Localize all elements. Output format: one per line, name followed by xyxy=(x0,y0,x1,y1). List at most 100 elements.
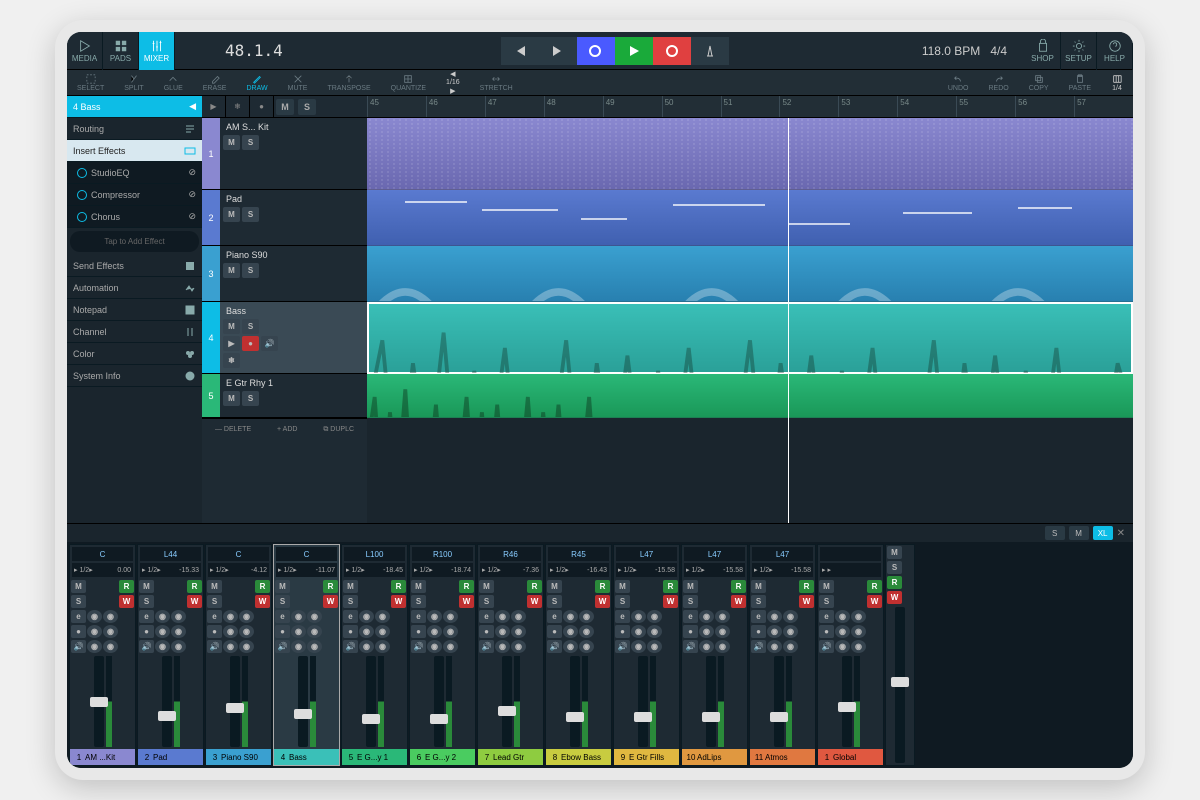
inspector-automation[interactable]: Automation xyxy=(67,277,202,299)
knob-icon[interactable]: ◉ xyxy=(103,610,118,623)
tempo-display[interactable]: 118.0 BPM4/4 xyxy=(922,44,1007,58)
tool-copy[interactable]: COPY xyxy=(1019,70,1059,96)
knob-icon[interactable]: ◉ xyxy=(715,640,730,653)
clip-area[interactable] xyxy=(367,118,1133,523)
monitor-button[interactable]: 🔊 xyxy=(547,640,562,653)
mixer-size-xl[interactable]: XL xyxy=(1093,526,1113,540)
pan-display[interactable]: R100 xyxy=(412,547,473,561)
track-rec-icon[interactable]: ● xyxy=(242,336,259,351)
mixer-button[interactable]: MIXER xyxy=(139,32,175,70)
solo-all[interactable]: S xyxy=(298,99,316,115)
tool-stretch[interactable]: STRETCH xyxy=(470,70,523,96)
channel-label[interactable]: 8 Ebow Bass xyxy=(546,749,611,765)
knob-icon[interactable]: ◉ xyxy=(767,640,782,653)
edit-button[interactable]: e xyxy=(479,610,494,623)
channel-label[interactable]: 5 E G...y 1 xyxy=(342,749,407,765)
send-display[interactable]: ▸ 1/2▸-4.12 xyxy=(208,563,269,577)
send-display[interactable]: ▸ 1/2▸-18.45 xyxy=(344,563,405,577)
monitor-button[interactable]: 🔊 xyxy=(343,640,358,653)
read-button[interactable]: R xyxy=(255,580,270,593)
pan-display[interactable]: C xyxy=(208,547,269,561)
snap-value[interactable]: 1/4 xyxy=(1101,70,1133,96)
fader[interactable] xyxy=(70,654,135,749)
play-button[interactable] xyxy=(615,37,653,65)
knob-icon[interactable]: ◉ xyxy=(223,610,238,623)
write-button[interactable]: W xyxy=(867,595,882,608)
knob-icon[interactable]: ◉ xyxy=(631,610,646,623)
fader[interactable] xyxy=(682,654,747,749)
mute-button[interactable]: M xyxy=(71,580,86,593)
knob-icon[interactable]: ◉ xyxy=(835,610,850,623)
channel-label[interactable]: 6 E G...y 2 xyxy=(410,749,475,765)
rewind-button[interactable] xyxy=(501,37,539,65)
edit-button[interactable]: e xyxy=(343,610,358,623)
pads-button[interactable]: PADS xyxy=(103,32,139,70)
knob-icon[interactable]: ◉ xyxy=(699,610,714,623)
write-button[interactable]: W xyxy=(731,595,746,608)
rec-button[interactable]: ● xyxy=(207,625,222,638)
mixer-channel-3[interactable]: C ▸ 1/2▸-4.12 M R S W e ◉ ◉ ● ◉ ◉ 🔊 ◉ ◉ xyxy=(205,544,272,766)
read-button[interactable]: R xyxy=(731,580,746,593)
mute-button[interactable]: M xyxy=(275,580,290,593)
mute-button[interactable]: M xyxy=(223,391,240,406)
pan-display[interactable]: L47 xyxy=(616,547,677,561)
track-freeze-icon[interactable]: ❄ xyxy=(223,353,240,368)
track-play-icon[interactable]: ▶ xyxy=(223,336,240,351)
monitor-button[interactable]: 🔊 xyxy=(819,640,834,653)
write-button[interactable]: W xyxy=(391,595,406,608)
read-button[interactable]: R xyxy=(187,580,202,593)
rec-button[interactable]: ● xyxy=(615,625,630,638)
channel-label[interactable]: 1 Global xyxy=(818,749,883,765)
monitor-button[interactable]: 🔊 xyxy=(207,640,222,653)
help-button[interactable]: HELP xyxy=(1097,32,1133,70)
channel-label[interactable]: 11 Atmos xyxy=(750,749,815,765)
send-display[interactable]: ▸ 1/2▸-7.36 xyxy=(480,563,541,577)
pan-display[interactable]: L44 xyxy=(140,547,201,561)
fader[interactable] xyxy=(138,654,203,749)
mixer-channel-5[interactable]: L100 ▸ 1/2▸-18.45 M R S W e ◉ ◉ ● ◉ ◉ 🔊 … xyxy=(341,544,408,766)
rec-button[interactable]: ● xyxy=(479,625,494,638)
knob-icon[interactable]: ◉ xyxy=(307,625,322,638)
solo-button[interactable]: S xyxy=(683,595,698,608)
mixer-channel-2[interactable]: L44 ▸ 1/2▸-15.33 M R S W e ◉ ◉ ● ◉ ◉ 🔊 ◉… xyxy=(137,544,204,766)
knob-icon[interactable]: ◉ xyxy=(443,640,458,653)
inspector-notepad[interactable]: Notepad xyxy=(67,299,202,321)
knob-icon[interactable]: ◉ xyxy=(647,640,662,653)
write-button[interactable]: W xyxy=(527,595,542,608)
add-effect-button[interactable]: Tap to Add Effect xyxy=(70,231,199,252)
send-display[interactable]: ▸ 1/2▸-15.33 xyxy=(140,563,201,577)
knob-icon[interactable]: ◉ xyxy=(715,610,730,623)
tool-split[interactable]: SPLIT xyxy=(114,70,153,96)
knob-icon[interactable]: ◉ xyxy=(495,640,510,653)
pan-display[interactable]: L100 xyxy=(344,547,405,561)
shop-button[interactable]: SHOP xyxy=(1025,32,1061,70)
mixer-channel-1[interactable]: ▸ ▸ M R S W e ◉ ◉ ● ◉ ◉ 🔊 ◉ ◉ xyxy=(817,544,884,766)
mute-button[interactable]: M xyxy=(207,580,222,593)
solo-button[interactable]: S xyxy=(411,595,426,608)
mixer-channel-6[interactable]: R100 ▸ 1/2▸-18.74 M R S W e ◉ ◉ ● ◉ ◉ 🔊 … xyxy=(409,544,476,766)
play-icon[interactable]: ▶ xyxy=(202,96,226,117)
mixer-channel-7[interactable]: R46 ▸ 1/2▸-7.36 M R S W e ◉ ◉ ● ◉ ◉ 🔊 ◉ … xyxy=(477,544,544,766)
tool-redo[interactable]: REDO xyxy=(978,70,1018,96)
delete-track[interactable]: — DELETE xyxy=(215,426,251,433)
bypass-icon[interactable]: ⊘ xyxy=(188,167,196,178)
edit-button[interactable]: e xyxy=(411,610,426,623)
send-display[interactable]: ▸ 1/2▸-15.58 xyxy=(684,563,745,577)
mute-button[interactable]: M xyxy=(343,580,358,593)
pan-display[interactable]: C xyxy=(276,547,337,561)
fader[interactable] xyxy=(750,654,815,749)
insert-fx-3[interactable]: Chorus⊘ xyxy=(67,206,202,228)
knob-icon[interactable]: ◉ xyxy=(87,640,102,653)
knob-icon[interactable]: ◉ xyxy=(783,640,798,653)
write-button[interactable]: W xyxy=(799,595,814,608)
solo-button[interactable]: S xyxy=(242,207,259,222)
knob-icon[interactable]: ◉ xyxy=(631,640,646,653)
knob-icon[interactable]: ◉ xyxy=(835,640,850,653)
tool-transpose[interactable]: TRANSPOSE xyxy=(317,70,380,96)
edit-button[interactable]: e xyxy=(207,610,222,623)
solo-button[interactable]: S xyxy=(275,595,290,608)
knob-icon[interactable]: ◉ xyxy=(495,625,510,638)
timecode-display[interactable]: 48.1.4 xyxy=(225,41,283,60)
knob-icon[interactable]: ◉ xyxy=(223,625,238,638)
record-button[interactable] xyxy=(653,37,691,65)
